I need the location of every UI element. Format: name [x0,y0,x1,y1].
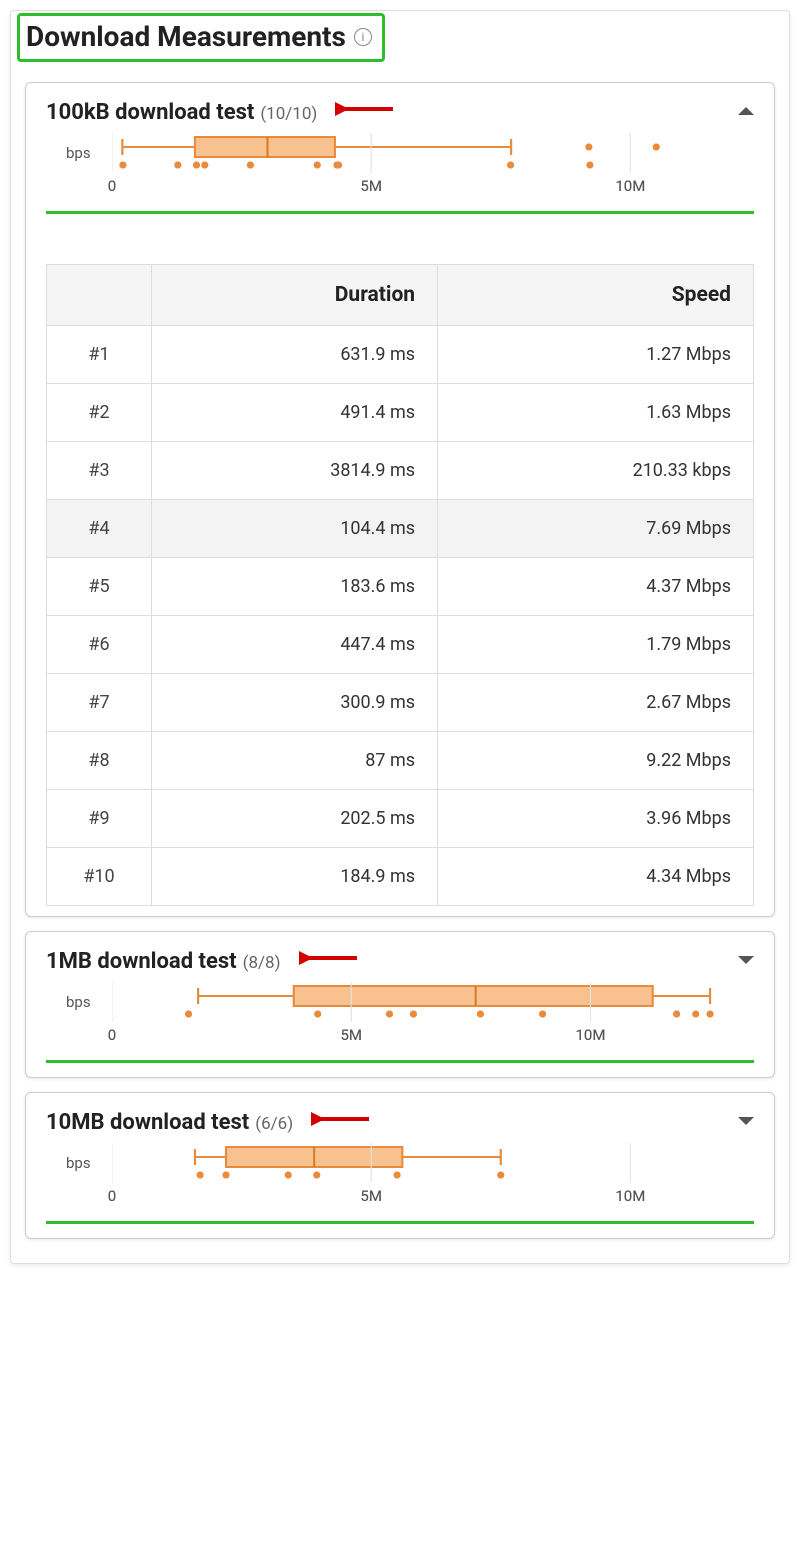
table-row[interactable]: #6447.4 ms1.79 Mbps [47,616,754,674]
divider-line [46,211,754,214]
expand-chevron-down-icon[interactable] [738,1117,754,1125]
section-title-text: Download Measurements [26,20,346,53]
cell-index: #4 [47,500,152,558]
cell-speed: 9.22 Mbps [438,732,754,790]
axis-tick: 0 [108,177,116,195]
axis-tick: 5M [360,1187,382,1205]
axis-tick: 5M [360,177,382,195]
download-measurements-panel: Download Measurements i 100kB download t… [10,10,790,1264]
cell-duration: 447.4 ms [152,616,438,674]
table-header-row: Duration Speed [47,265,754,326]
test-card-10mb: 10MB download test (6/6) bps 05M10M05M10… [25,1092,775,1239]
axis-tick: 10M [615,177,645,195]
boxplot-y-label: bps [66,993,102,1011]
annotation-arrow-icon [335,99,397,119]
cell-duration: 183.6 ms [152,558,438,616]
card-header[interactable]: 1MB download test (8/8) [26,932,774,974]
cell-duration: 184.9 ms [152,848,438,906]
axis-tick: 0 [108,1187,116,1205]
cell-speed: 1.79 Mbps [438,616,754,674]
cell-duration: 631.9 ms [152,326,438,384]
table-row[interactable]: #2491.4 ms1.63 Mbps [47,384,754,442]
cell-duration: 3814.9 ms [152,442,438,500]
section-title-highlight: Download Measurements i [17,13,385,62]
cell-speed: 2.67 Mbps [438,674,754,732]
table-row[interactable]: #887 ms9.22 Mbps [47,732,754,790]
cell-duration: 491.4 ms [152,384,438,442]
card-title-text: 10MB download test [46,1110,249,1135]
cell-index: #7 [47,674,152,732]
cell-duration: 104.4 ms [152,500,438,558]
card-header[interactable]: 10MB download test (6/6) [26,1093,774,1135]
boxplot-chart [112,1143,734,1183]
cell-speed: 7.69 Mbps [438,500,754,558]
table-row[interactable]: #9202.5 ms3.96 Mbps [47,790,754,848]
table-row[interactable]: #7300.9 ms2.67 Mbps [47,674,754,732]
cell-speed: 4.34 Mbps [438,848,754,906]
boxplot-chart [112,982,734,1022]
boxplot-chart [112,133,734,173]
test-card-100kb: 100kB download test (10/10) bps 05M10M05… [25,82,775,917]
card-title: 10MB download test (6/6) [46,1109,373,1135]
info-icon[interactable]: i [354,28,372,46]
axis-tick: 5M [340,1026,362,1044]
card-title: 100kB download test (10/10) [46,99,397,125]
cell-speed: 1.63 Mbps [438,384,754,442]
cell-speed: 4.37 Mbps [438,558,754,616]
cell-duration: 87 ms [152,732,438,790]
card-title-text: 100kB download test [46,100,254,125]
cell-index: #10 [47,848,152,906]
boxplot: bps 05M10M05M10M [46,1135,754,1207]
cell-index: #1 [47,326,152,384]
boxplot-axis: 05M10M05M10M [112,177,734,197]
card-count: (8/8) [243,953,281,973]
table-row[interactable]: #10184.9 ms4.34 Mbps [47,848,754,906]
boxplot-y-label: bps [66,144,102,162]
annotation-arrow-icon [299,948,361,968]
table-row[interactable]: #1631.9 ms1.27 Mbps [47,326,754,384]
card-count: (10/10) [260,104,317,124]
cell-index: #9 [47,790,152,848]
cell-duration: 202.5 ms [152,790,438,848]
divider-line [46,1060,754,1063]
cell-index: #3 [47,442,152,500]
boxplot-y-label: bps [66,1154,102,1172]
cell-index: #2 [47,384,152,442]
expand-chevron-down-icon[interactable] [738,956,754,964]
table-row[interactable]: #33814.9 ms210.33 kbps [47,442,754,500]
annotation-arrow-icon [311,1109,373,1129]
results-table: Duration Speed #1631.9 ms1.27 Mbps#2491.… [46,264,754,906]
axis-tick: 10M [575,1026,605,1044]
card-title: 1MB download test (8/8) [46,948,361,974]
boxplot-axis: 05M10M05M10M [112,1187,734,1207]
table-row[interactable]: #4104.4 ms7.69 Mbps [47,500,754,558]
test-card-1mb: 1MB download test (8/8) bps 05M10M05M10M [25,931,775,1078]
table-row[interactable]: #5183.6 ms4.37 Mbps [47,558,754,616]
card-count: (6/6) [255,1114,293,1134]
cell-speed: 210.33 kbps [438,442,754,500]
col-index [47,265,152,326]
cell-duration: 300.9 ms [152,674,438,732]
cell-speed: 3.96 Mbps [438,790,754,848]
divider-line [46,1221,754,1224]
cell-index: #6 [47,616,152,674]
cell-index: #8 [47,732,152,790]
col-duration: Duration [152,265,438,326]
card-title-text: 1MB download test [46,949,237,974]
card-header[interactable]: 100kB download test (10/10) [26,83,774,125]
boxplot: bps 05M10M05M10M [46,125,754,197]
section-title: Download Measurements i [26,20,372,53]
boxplot-axis: 05M10M05M10M [112,1026,734,1046]
axis-tick: 0 [108,1026,116,1044]
cell-index: #5 [47,558,152,616]
collapse-chevron-up-icon[interactable] [738,107,754,115]
axis-tick: 10M [615,1187,645,1205]
cell-speed: 1.27 Mbps [438,326,754,384]
col-speed: Speed [438,265,754,326]
boxplot: bps 05M10M05M10M [46,974,754,1046]
